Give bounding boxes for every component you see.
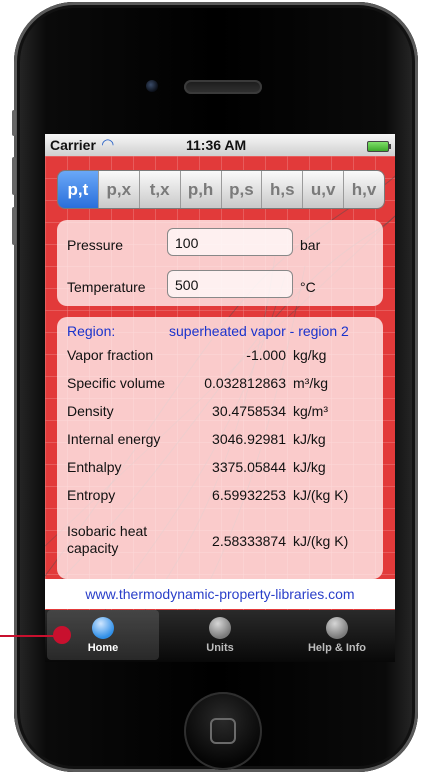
vapor-fraction-label: Vapor fraction (67, 347, 154, 363)
result-row: Density 30.4758534 kg/m³ (57, 399, 383, 423)
home-button[interactable] (184, 692, 262, 770)
input-panel: Pressure 100 bar Temperature 500 °C (57, 220, 383, 306)
result-row: Entropy 6.59932253 kJ/(kg K) (57, 483, 383, 507)
battery-icon (367, 141, 391, 152)
tab-units[interactable]: Units (164, 610, 276, 660)
isobaric-heat-capacity-label: Isobaric heat capacity (67, 523, 148, 556)
enthalpy-label: Enthalpy (67, 459, 122, 475)
result-row: Enthalpy 3375.05844 kJ/kg (57, 455, 383, 479)
website-link[interactable]: www.thermodynamic-property-libraries.com (45, 579, 395, 609)
result-row: Internal energy 3046.92981 kJ/kg (57, 427, 383, 451)
mute-switch (12, 110, 16, 136)
tab-t-x[interactable]: t,x (139, 171, 181, 208)
tab-home-label: Home (87, 642, 119, 654)
region-value: superheated vapor - region 2 (169, 323, 349, 339)
temperature-unit: °C (300, 279, 316, 295)
entropy-label: Entropy (67, 487, 116, 503)
results-panel: Region: superheated vapor - region 2 Vap… (57, 317, 383, 579)
volume-down-button (12, 207, 16, 245)
tab-bar: Home Units Help & Info (45, 610, 395, 662)
wifi-icon: ◠ (102, 136, 114, 153)
tab-units-label: Units (206, 642, 234, 654)
entropy-unit: kJ/(kg K) (293, 487, 349, 503)
tab-p-h[interactable]: p,h (180, 171, 222, 208)
input-mode-segmented-control: p,t p,x t,x p,h p,s h,s u,v h,v (57, 170, 385, 209)
vapor-fraction-unit: kg/kg (293, 347, 327, 363)
pressure-unit: bar (300, 237, 321, 253)
earpiece-speaker (184, 80, 262, 94)
result-row: Vapor fraction -1.000 kg/kg (57, 343, 383, 367)
app-screen: Carrier ◠ 11:36 AM p,t p,x t,x p,h p,s h… (45, 134, 395, 662)
status-bar: Carrier ◠ 11:36 AM (45, 134, 395, 156)
result-row: Isobaric heat capacity 2.58333874 kJ/(kg… (57, 523, 383, 559)
volume-up-button (12, 157, 16, 195)
temperature-row: Temperature 500 °C (57, 270, 383, 302)
tab-h-v[interactable]: h,v (344, 171, 384, 208)
isobaric-heat-capacity-unit: kJ/(kg K) (293, 533, 349, 549)
tab-p-x[interactable]: p,x (98, 171, 140, 208)
tab-p-t[interactable]: p,t (58, 171, 99, 208)
result-row: Specific volume 0.032812863 m³/kg (57, 371, 383, 395)
specific-volume-label: Specific volume (67, 375, 166, 391)
internal-energy-value: 3046.92981 (212, 431, 286, 447)
density-unit: kg/m³ (293, 403, 328, 419)
temperature-input[interactable]: 500 (167, 270, 293, 298)
help-icon (326, 617, 348, 639)
tab-h-s[interactable]: h,s (262, 171, 304, 208)
pressure-row: Pressure 100 bar (57, 228, 383, 260)
home-square-icon (210, 718, 236, 744)
pressure-label: Pressure (67, 237, 124, 253)
tab-u-v[interactable]: u,v (303, 171, 345, 208)
tab-help-info[interactable]: Help & Info (281, 610, 393, 660)
specific-volume-unit: m³/kg (293, 375, 328, 391)
front-camera-icon (146, 80, 158, 92)
home-icon (92, 617, 114, 639)
entropy-value: 6.59932253 (212, 487, 286, 503)
tab-help-info-label: Help & Info (307, 642, 367, 654)
density-label: Density (67, 403, 114, 419)
clock-time: 11:36 AM (186, 137, 247, 153)
internal-energy-unit: kJ/kg (293, 431, 326, 447)
internal-energy-label: Internal energy (67, 431, 161, 447)
tab-p-s[interactable]: p,s (221, 171, 263, 208)
density-value: 30.4758534 (212, 403, 286, 419)
units-icon (209, 617, 231, 639)
temperature-label: Temperature (67, 279, 146, 295)
enthalpy-value: 3375.05844 (212, 459, 286, 475)
vapor-fraction-value: -1.000 (246, 347, 286, 363)
annotation-line (0, 635, 60, 637)
region-label: Region: (67, 323, 116, 339)
pressure-input[interactable]: 100 (167, 228, 293, 256)
carrier-label: Carrier (50, 137, 96, 153)
specific-volume-value: 0.032812863 (204, 375, 286, 391)
annotation-marker (53, 626, 71, 644)
isobaric-heat-capacity-value: 2.58333874 (212, 533, 286, 549)
region-row: Region: superheated vapor - region 2 (57, 319, 383, 343)
enthalpy-unit: kJ/kg (293, 459, 326, 475)
